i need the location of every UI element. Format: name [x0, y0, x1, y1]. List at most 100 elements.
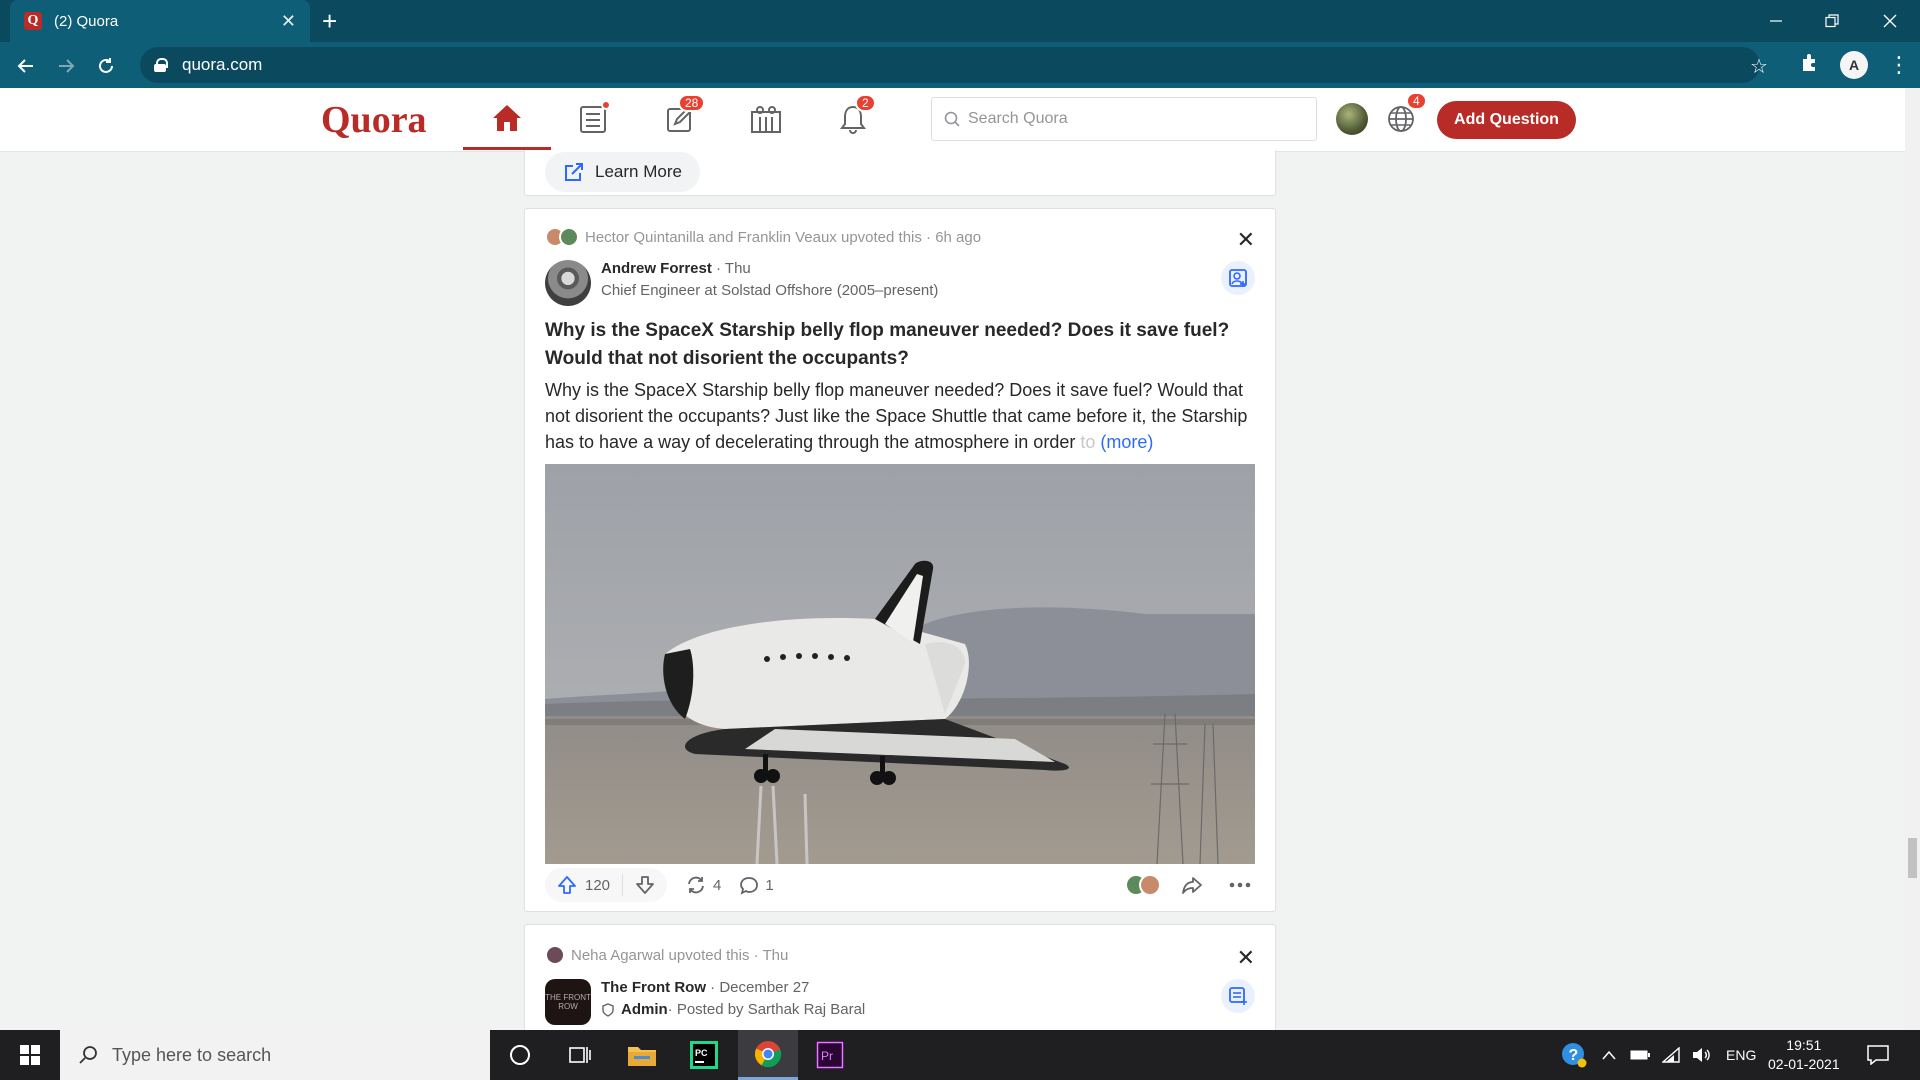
following-dot-badge	[601, 100, 611, 110]
battery-icon[interactable]	[1630, 1049, 1650, 1061]
back-arrow-icon[interactable]	[12, 52, 40, 80]
close-tab-icon[interactable]: ✕	[281, 11, 296, 32]
author-name[interactable]: Andrew Forrest	[601, 260, 712, 277]
restore-icon[interactable]	[1804, 0, 1860, 42]
system-tray: ? ENG	[1560, 1030, 1756, 1080]
forward-arrow-icon[interactable]	[52, 52, 80, 80]
following-nav-button[interactable]	[549, 88, 637, 150]
extensions-puzzle-icon[interactable]	[1800, 52, 1820, 78]
chrome-button[interactable]	[738, 1030, 798, 1080]
tab-title: (2) Quora	[54, 12, 119, 30]
notification-center-icon	[1867, 1045, 1889, 1065]
home-nav-button[interactable]	[463, 88, 551, 150]
search-icon	[79, 1046, 97, 1064]
dismiss-post-icon[interactable]: ✕	[1237, 227, 1255, 253]
system-clock[interactable]: 19:51 02-01-2021	[1768, 1036, 1840, 1074]
pycharm-icon: PC	[690, 1041, 718, 1069]
premiere-pro-button[interactable]: Pr	[800, 1030, 860, 1080]
follow-space-button[interactable]	[1221, 979, 1255, 1013]
svg-text:PC: PC	[695, 1048, 708, 1058]
feed-card-space-post: Neha Agarwal upvoted this · Thu ✕ THE FR…	[524, 924, 1276, 1030]
address-bar[interactable]: quora.com	[140, 47, 1760, 83]
bookmark-star-icon[interactable]: ☆	[1750, 54, 1768, 79]
answer-excerpt[interactable]: Why is the SpaceX Starship belly flop ma…	[545, 377, 1265, 455]
action-center-button[interactable]	[1850, 1030, 1906, 1080]
answer-nav-button[interactable]: 28	[636, 88, 724, 150]
scrollbar-thumb[interactable]	[1908, 838, 1917, 878]
minimize-icon[interactable]	[1748, 0, 1804, 42]
dismiss-post-icon[interactable]: ✕	[1237, 945, 1255, 971]
help-icon[interactable]: ?	[1560, 1041, 1588, 1069]
question-title[interactable]: Why is the SpaceX Starship belly flop ma…	[545, 317, 1265, 373]
sharer-avatar[interactable]	[1139, 874, 1161, 896]
cortana-button[interactable]	[490, 1030, 550, 1080]
chrome-icon	[754, 1040, 782, 1067]
follow-space-icon	[1229, 987, 1247, 1005]
quora-logo[interactable]: Quora	[321, 98, 427, 142]
learn-more-label: Learn More	[595, 162, 682, 181]
task-view-button[interactable]	[550, 1030, 610, 1080]
browser-profile-avatar[interactable]: A	[1840, 51, 1868, 79]
space-shuttle-photo[interactable]	[545, 464, 1255, 864]
browser-tab-strip: Q (2) Quora ✕ +	[0, 0, 1920, 42]
author-avatar[interactable]	[545, 260, 591, 306]
start-button[interactable]	[0, 1030, 60, 1080]
file-explorer-button[interactable]	[612, 1030, 672, 1080]
author-credential: Chief Engineer at Solstad Offshore (2005…	[601, 282, 939, 299]
share-count: 4	[713, 876, 722, 894]
admin-label: Admin	[621, 1001, 668, 1018]
downvote-arrow-icon	[636, 876, 654, 894]
language-globe-button[interactable]: 4	[1386, 92, 1427, 139]
pycharm-button[interactable]: PC	[674, 1030, 734, 1080]
svg-text:Pr: Pr	[821, 1049, 833, 1063]
task-view-icon	[569, 1047, 591, 1063]
admin-shield-icon	[602, 1002, 614, 1017]
space-name[interactable]: The Front Row	[601, 979, 706, 996]
reshare-arrows-icon	[688, 876, 704, 894]
excerpt-fade-text: to	[1075, 432, 1096, 452]
url-text: quora.com	[182, 55, 263, 74]
comment-count: 1	[765, 876, 774, 894]
add-question-button[interactable]: Add Question	[1437, 101, 1576, 139]
upvoter-avatar	[559, 227, 579, 247]
volume-icon[interactable]	[1692, 1047, 1712, 1063]
browser-tab[interactable]: Q (2) Quora ✕	[10, 0, 310, 42]
wifi-icon[interactable]	[1662, 1047, 1680, 1063]
upvoted-by-text: Neha Agarwal upvoted this · Thu	[571, 946, 789, 964]
comment-button[interactable]: 1	[739, 875, 774, 895]
page-scrollbar[interactable]	[1905, 88, 1920, 1030]
browser-menu-icon[interactable]: ⋮	[1888, 52, 1910, 78]
notifications-nav-button[interactable]: 2	[809, 88, 897, 150]
upvote-count: 120	[585, 876, 611, 894]
reload-icon[interactable]	[92, 52, 120, 80]
home-icon	[493, 104, 521, 131]
taskbar-search-box[interactable]: Type here to search	[60, 1030, 490, 1080]
downvote-button[interactable]	[623, 875, 667, 895]
user-avatar[interactable]	[1336, 103, 1368, 135]
post-byline: Admin · Posted by Sarthak Raj Baral	[601, 1001, 865, 1018]
share-count-button[interactable]: 4	[685, 875, 721, 895]
close-window-icon[interactable]	[1862, 0, 1918, 42]
search-placeholder: Search Quora	[968, 110, 1068, 127]
post-date: · December 27	[706, 979, 810, 996]
notifications-count-badge: 2	[855, 94, 876, 112]
cortana-circle-icon	[510, 1045, 530, 1065]
new-tab-button[interactable]: +	[322, 6, 337, 36]
show-hidden-icons-chevron-icon[interactable]	[1602, 1050, 1616, 1060]
space-logo[interactable]: THE FRONT ROW	[545, 979, 591, 1025]
folder-icon	[628, 1047, 656, 1066]
comment-bubble-icon	[740, 877, 759, 895]
more-options-button[interactable]	[1229, 882, 1257, 888]
input-language[interactable]: ENG	[1726, 1047, 1756, 1063]
learn-more-button[interactable]: Learn More	[545, 152, 700, 192]
upvote-button[interactable]: 120	[545, 875, 622, 895]
follow-author-button[interactable]	[1221, 261, 1255, 295]
share-button[interactable]	[1181, 875, 1209, 895]
language-count-badge: 4	[1406, 92, 1427, 110]
quora-search-input[interactable]: Search Quora	[931, 97, 1317, 141]
lock-icon	[154, 58, 168, 72]
premiere-pro-icon: Pr	[816, 1041, 844, 1069]
more-link[interactable]: (more)	[1100, 432, 1153, 452]
post-author: Andrew Forrest · Thu Chief Engineer at S…	[545, 260, 938, 306]
spaces-nav-button[interactable]	[722, 88, 810, 150]
